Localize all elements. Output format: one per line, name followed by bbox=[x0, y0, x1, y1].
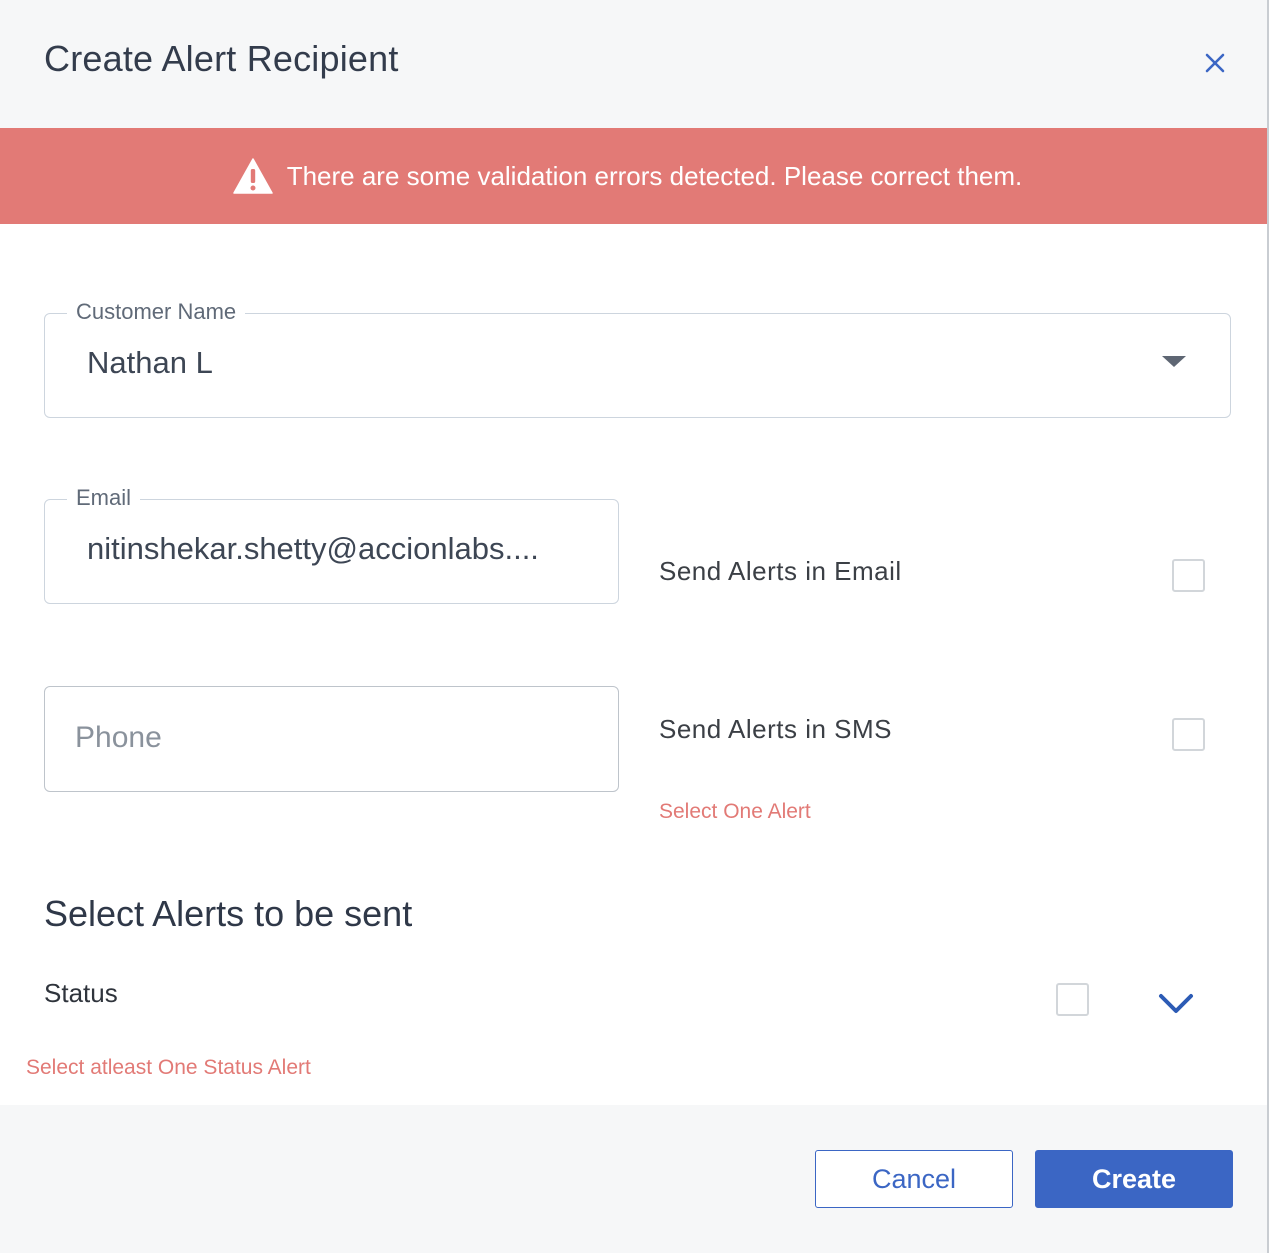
section-title: Select Alerts to be sent bbox=[44, 893, 413, 934]
close-button[interactable] bbox=[1196, 44, 1234, 82]
dialog-title: Create Alert Recipient bbox=[44, 38, 399, 79]
cancel-button[interactable]: Cancel bbox=[815, 1150, 1013, 1208]
customer-name-label: Customer Name bbox=[67, 299, 246, 325]
customer-name-value: Nathan L bbox=[87, 345, 213, 380]
status-expand-button[interactable] bbox=[1155, 985, 1197, 1021]
send-alerts-email-label: Send Alerts in Email bbox=[659, 556, 902, 586]
status-label: Status bbox=[44, 978, 118, 1008]
send-alerts-email-checkbox[interactable] bbox=[1172, 559, 1205, 592]
phone-input[interactable] bbox=[47, 689, 587, 787]
email-label: Email bbox=[67, 485, 141, 511]
phone-field[interactable] bbox=[44, 686, 619, 792]
customer-name-select[interactable]: Customer Name Nathan L bbox=[44, 299, 1231, 418]
status-checkbox[interactable] bbox=[1056, 983, 1089, 1016]
warning-icon bbox=[232, 158, 273, 194]
email-value: nitinshekar.shetty@accionlabs.... bbox=[87, 531, 539, 566]
chevron-down-icon bbox=[1159, 994, 1193, 1013]
caret-down-icon[interactable] bbox=[1162, 356, 1186, 367]
status-error-message: Select atleast One Status Alert bbox=[26, 1056, 311, 1079]
validation-error-banner: There are some validation errors detecte… bbox=[0, 128, 1269, 224]
close-icon bbox=[1205, 53, 1225, 73]
dialog-header: Create Alert Recipient bbox=[0, 0, 1269, 128]
banner-message: There are some validation errors detecte… bbox=[286, 160, 1023, 191]
send-alerts-sms-label: Send Alerts in SMS bbox=[659, 714, 892, 744]
create-button[interactable]: Create bbox=[1035, 1150, 1233, 1208]
alert-error-message: Select One Alert bbox=[659, 800, 811, 823]
send-alerts-sms-checkbox[interactable] bbox=[1172, 718, 1205, 751]
email-field[interactable]: Email nitinshekar.shetty@accionlabs.... bbox=[44, 485, 619, 604]
